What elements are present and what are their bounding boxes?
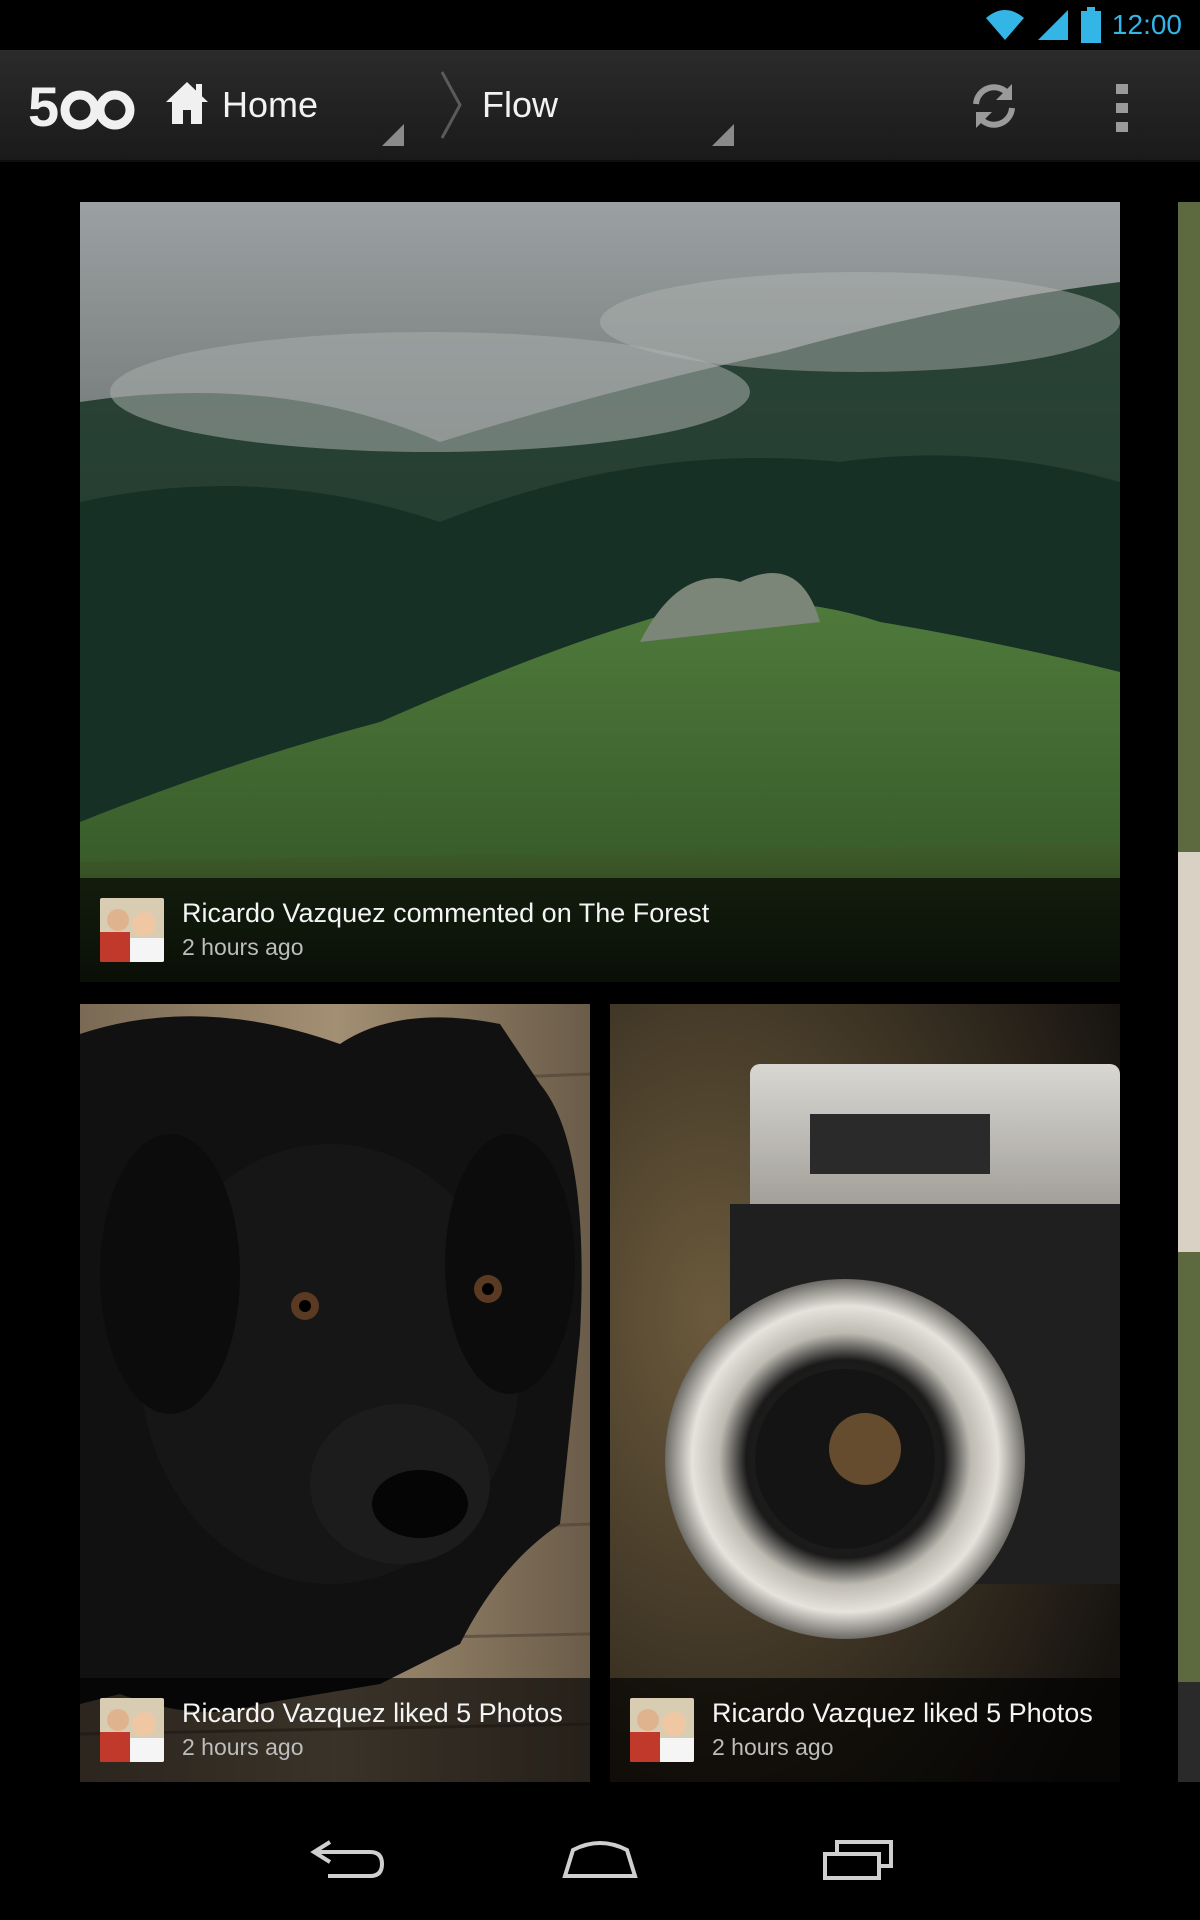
svg-text:5: 5 (28, 78, 59, 132)
activity-time: 2 hours ago (182, 1734, 304, 1760)
house-icon (166, 82, 208, 124)
puppy-photo (80, 1004, 590, 1782)
card-caption: Ricardo Vazquez liked 5 Photos 2 hours a… (80, 1678, 590, 1782)
status-bar: 12:00 (0, 0, 1200, 50)
recent-apps-icon[interactable] (815, 1830, 905, 1890)
flow-spinner[interactable]: Flow (470, 50, 740, 160)
activity-title: Ricardo Vazquez commented on The Forest (182, 898, 710, 928)
avatar[interactable] (100, 898, 164, 962)
avatar[interactable] (630, 1698, 694, 1762)
500px-logo-icon[interactable]: 5 (28, 78, 138, 132)
back-icon[interactable] (300, 1830, 390, 1890)
wifi-icon (985, 10, 1024, 40)
flow-label: Flow (482, 84, 559, 125)
home-spinner[interactable]: Home (160, 50, 410, 160)
battery-icon (1080, 7, 1101, 43)
refresh-icon[interactable] (966, 78, 1022, 134)
breadcrumb-chevron-icon (440, 71, 462, 139)
clock: 12:00 (1111, 9, 1182, 40)
navigation-bar (0, 1800, 1200, 1920)
next-card-photo (1178, 202, 1200, 1782)
signal-icon (1037, 10, 1068, 40)
home-label: Home (222, 84, 319, 125)
feed-card-camera[interactable]: Ricardo Vazquez liked 5 Photos 2 hours a… (610, 1004, 1120, 1782)
overflow-menu-icon[interactable] (1106, 80, 1138, 136)
action-bar: 5 Home Flow (0, 50, 1200, 162)
card-caption: Ricardo Vazquez liked 5 Photos 2 hours a… (610, 1678, 1120, 1782)
dropdown-corner-icon (712, 124, 734, 146)
avatar[interactable] (100, 1698, 164, 1762)
activity-title: Ricardo Vazquez liked 5 Photos (182, 1698, 563, 1728)
card-caption: Ricardo Vazquez commented on The Forest … (80, 878, 1120, 982)
dropdown-corner-icon (382, 124, 404, 146)
next-feed-card-peek[interactable] (1178, 202, 1200, 1782)
activity-title: Ricardo Vazquez liked 5 Photos (712, 1698, 1093, 1728)
status-icons: 12:00 (984, 6, 1182, 44)
feed-card-puppy[interactable]: Ricardo Vazquez liked 5 Photos 2 hours a… (80, 1004, 590, 1782)
forest-photo (80, 202, 1120, 982)
activity-time: 2 hours ago (712, 1734, 834, 1760)
home-nav-icon[interactable] (555, 1830, 645, 1890)
activity-time: 2 hours ago (182, 934, 304, 960)
feed-card-forest[interactable]: Ricardo Vazquez commented on The Forest … (80, 202, 1120, 982)
camera-photo (610, 1004, 1120, 1782)
